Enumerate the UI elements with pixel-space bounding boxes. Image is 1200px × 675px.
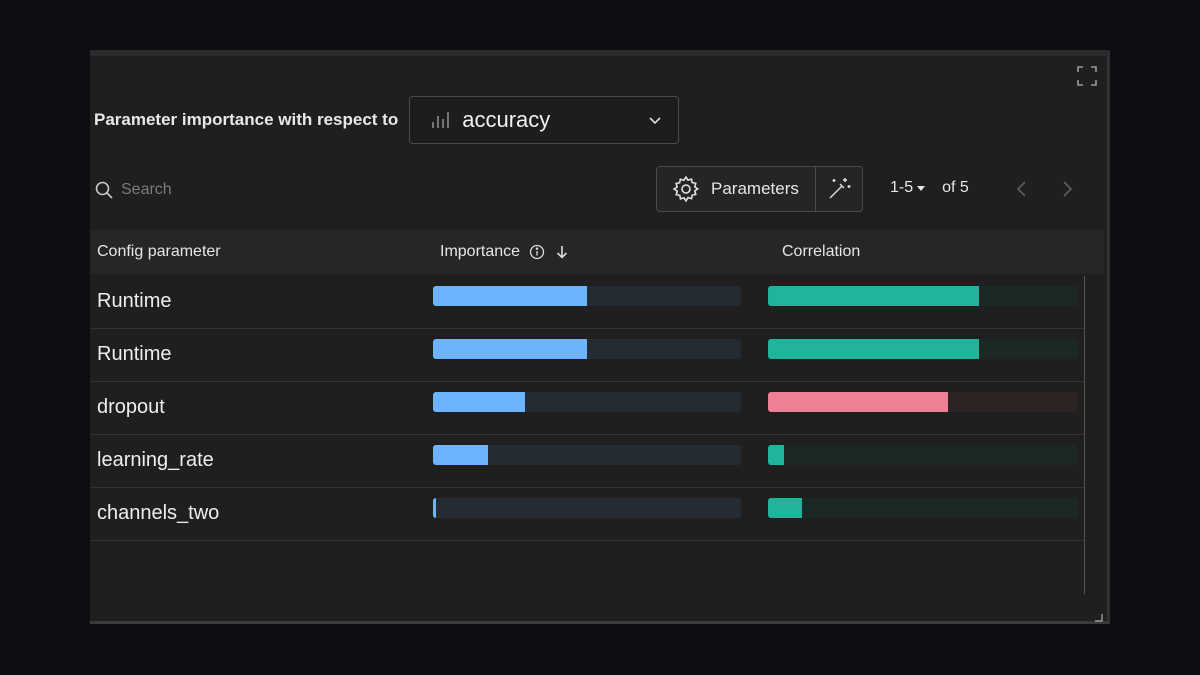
fullscreen-icon[interactable] (1077, 66, 1097, 86)
parameters-label: Parameters (711, 179, 799, 198)
bar-chart-icon (430, 110, 450, 130)
scrollbar-track[interactable] (1084, 276, 1085, 594)
search-icon (95, 181, 113, 199)
correlation-bar-track (768, 339, 1078, 359)
correlation-bar (768, 339, 979, 359)
search-input[interactable] (119, 180, 323, 200)
panel-title: Parameter importance with respect to (94, 110, 399, 129)
column-label: Config parameter (97, 243, 221, 260)
importance-bar-track (433, 498, 741, 518)
table-row[interactable]: dropout (90, 382, 1084, 435)
metric-select[interactable]: accuracy (409, 96, 680, 144)
correlation-bar-track (768, 286, 1078, 306)
parameters-button[interactable]: Parameters (657, 167, 816, 211)
config-parameter-name: dropout (97, 396, 165, 418)
importance-bar (433, 498, 437, 518)
table-row[interactable]: learning_rate (90, 435, 1084, 488)
info-icon[interactable] (529, 244, 545, 260)
table-row[interactable]: channels_two (90, 488, 1084, 541)
correlation-bar (768, 286, 979, 306)
column-header-correlation[interactable]: Correlation (782, 230, 860, 274)
importance-bar-track (433, 339, 741, 359)
correlation-bar-track (768, 445, 1078, 465)
correlation-bar (768, 498, 803, 518)
magic-wand-button[interactable] (816, 167, 862, 211)
column-header-config-parameter[interactable]: Config parameter (97, 230, 221, 274)
chevron-down-icon (648, 113, 662, 127)
importance-bar-track (433, 392, 741, 412)
column-label: Correlation (782, 243, 861, 260)
caret-down-icon (917, 185, 926, 191)
page-size-select[interactable]: 1-5 (890, 179, 926, 197)
config-parameter-name: Runtime (97, 290, 172, 312)
config-parameter-name: channels_two (97, 502, 220, 524)
parameter-importance-panel: Parameter importance with respect to acc… (90, 50, 1110, 624)
table-row[interactable]: Runtime (90, 329, 1084, 382)
importance-bar (433, 392, 526, 412)
importance-bar (433, 339, 587, 359)
column-header-importance[interactable]: Importance (440, 230, 569, 274)
pagination: 1-5 of 5 (890, 179, 969, 197)
importance-bar (433, 286, 587, 306)
title-row: Parameter importance with respect to acc… (94, 95, 680, 145)
gear-icon (672, 175, 700, 203)
chevron-right-icon[interactable] (1057, 179, 1077, 199)
config-parameter-name: learning_rate (97, 449, 214, 471)
resize-handle-icon[interactable] (1095, 609, 1103, 622)
config-parameter-name: Runtime (97, 343, 172, 365)
correlation-bar (768, 392, 948, 412)
importance-bar-track (433, 286, 741, 306)
correlation-bar-track (768, 498, 1078, 518)
table-header: Config parameter Importance Correlation (90, 230, 1104, 274)
magic-wand-icon (829, 178, 851, 199)
search-box (95, 180, 323, 200)
column-label: Importance (440, 243, 521, 260)
page-total: of 5 (942, 179, 969, 196)
metric-label: accuracy (462, 107, 551, 132)
importance-bar-track (433, 445, 741, 465)
toolbar: Parameters 1-5 of 5 (90, 166, 1107, 214)
table-body: Runtime Runtime dropout learning_ratechanne… (90, 276, 1084, 541)
page-range: 1-5 (890, 179, 914, 196)
correlation-bar (768, 445, 784, 465)
parameters-button-group: Parameters (656, 166, 863, 212)
correlation-bar-track (768, 392, 1078, 412)
importance-bar (433, 445, 489, 465)
sort-arrow-down-icon[interactable] (555, 244, 569, 260)
table-row[interactable]: Runtime (90, 276, 1084, 329)
chevron-left-icon[interactable] (1012, 179, 1032, 199)
